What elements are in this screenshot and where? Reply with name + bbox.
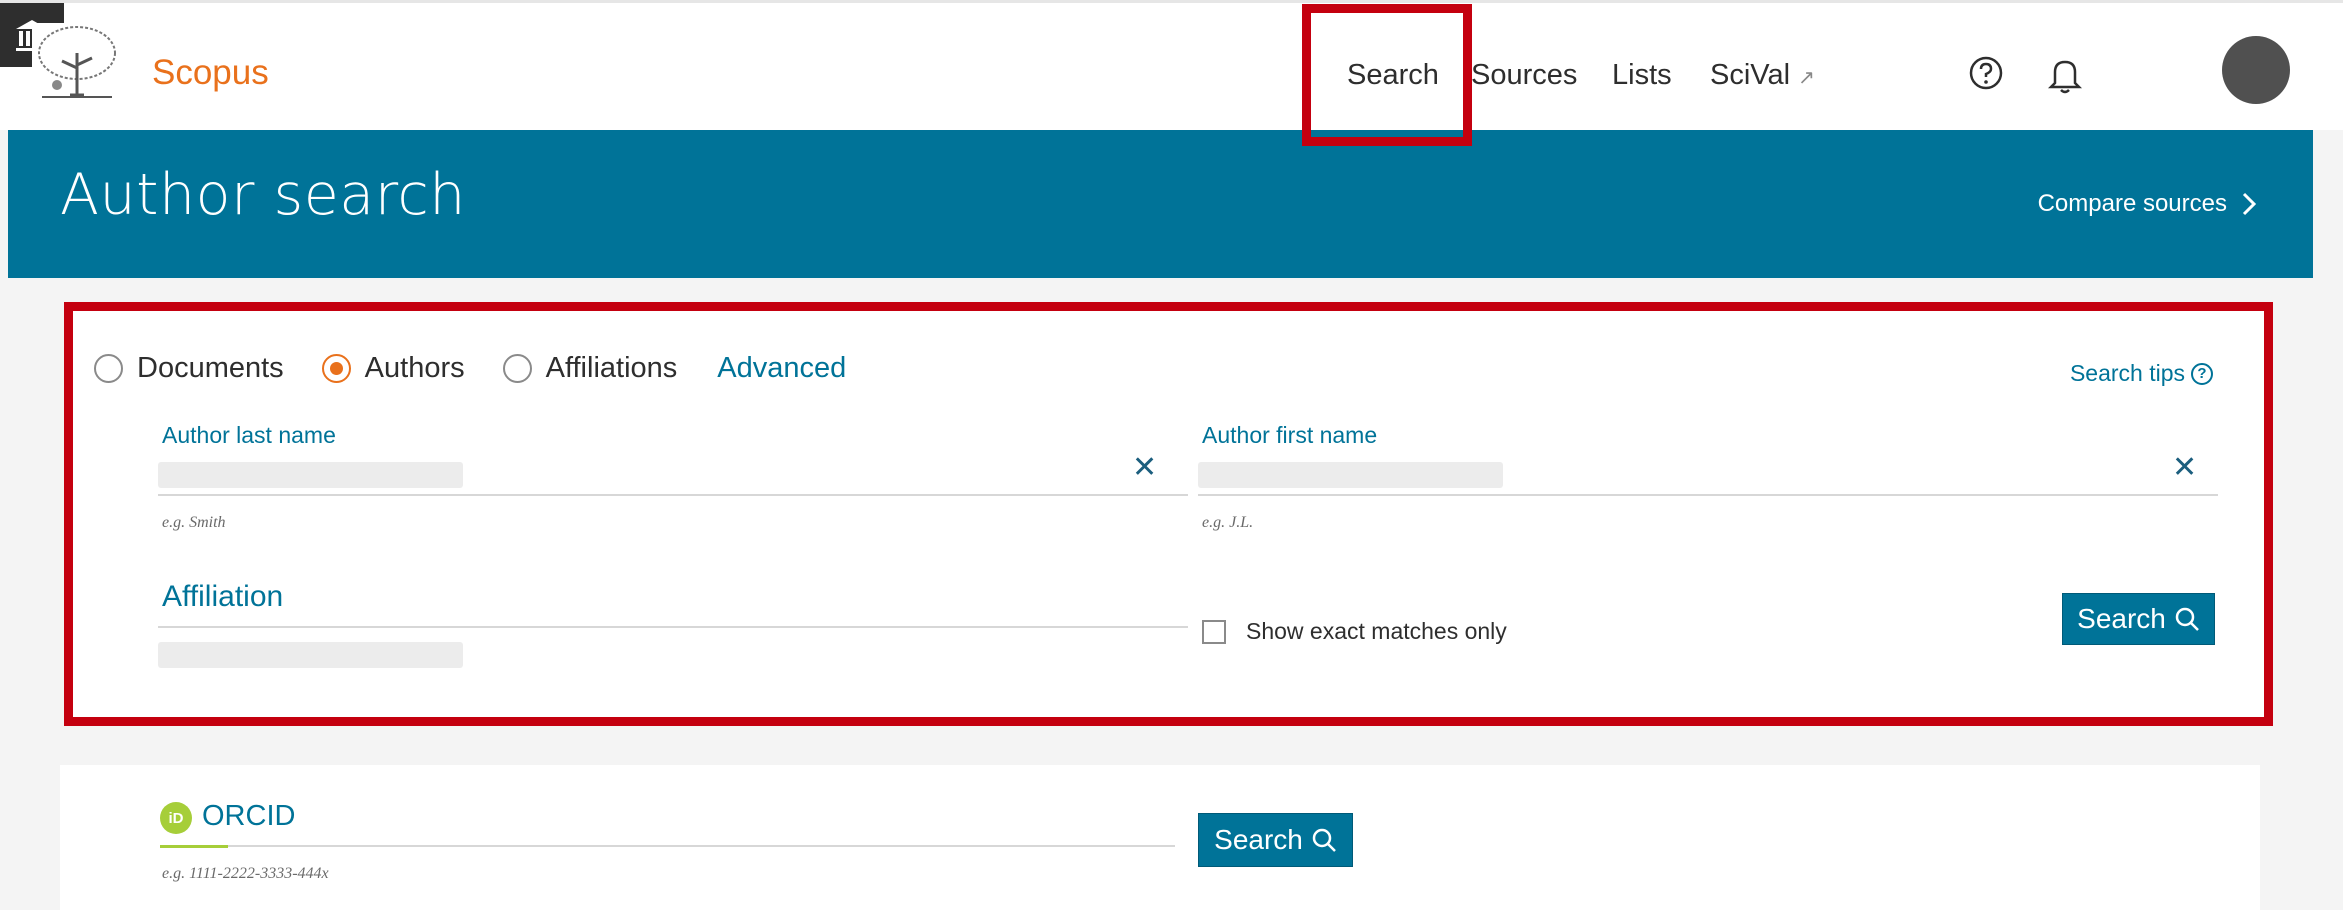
compare-sources-link[interactable]: Compare sources (2038, 190, 2257, 218)
first-name-underline (1198, 494, 2218, 496)
author-search-form: Documents Authors Affiliations Advanced … (72, 310, 2265, 718)
top-navigation-bar: Scopus Search Sources Lists SciVal ↗ (0, 0, 2343, 130)
radio-documents[interactable] (94, 354, 123, 383)
radio-affiliations[interactable] (502, 354, 532, 383)
search-tips-link[interactable]: Search tips ? (2070, 360, 2213, 387)
exact-matches-checkbox[interactable] (1202, 619, 1226, 644)
nav-lists[interactable]: Lists (1612, 59, 1672, 92)
radio-authors[interactable] (321, 354, 351, 383)
external-link-icon: ↗ (1798, 67, 1815, 89)
author-search-button-label: Search (2077, 603, 2166, 634)
orcid-search-button-label: Search (1214, 824, 1303, 855)
affiliation-label: Affiliation (162, 580, 284, 613)
orcid-hint: e.g. 1111-2222-3333-444x (162, 865, 329, 882)
affiliation-underline (158, 626, 1188, 628)
orcid-input-accent (160, 845, 228, 848)
last-name-underline (158, 494, 1188, 496)
author-search-button[interactable]: Search (2062, 593, 2215, 645)
chevron-right-icon (2242, 192, 2257, 216)
radio-affiliations-label[interactable]: Affiliations (546, 352, 678, 385)
exact-matches-row[interactable]: Show exact matches only (1202, 618, 1507, 645)
affiliation-input[interactable] (158, 642, 463, 668)
question-circle-icon: ? (2191, 362, 2213, 385)
first-name-hint: e.g. J.L. (1202, 514, 1254, 531)
radio-authors-label[interactable]: Authors (365, 352, 465, 385)
last-name-hint: e.g. Smith (162, 514, 226, 531)
first-name-label: Author first name (1202, 422, 1378, 448)
orcid-label: ORCID (202, 800, 296, 832)
nav-scival-label: SciVal (1710, 59, 1791, 91)
elsevier-logo[interactable] (32, 23, 122, 103)
search-icon (2175, 607, 2199, 631)
bell-icon[interactable] (2047, 55, 2083, 95)
page-banner: Author search Compare sources (8, 130, 2313, 278)
clear-first-name-icon[interactable]: ✕ (2172, 450, 2197, 485)
search-tips-label: Search tips (2069, 360, 2185, 386)
user-avatar[interactable] (2222, 36, 2290, 104)
last-name-input[interactable] (158, 462, 463, 488)
nav-scival[interactable]: SciVal ↗ (1710, 59, 1815, 92)
search-icon (1312, 828, 1336, 852)
advanced-search-link[interactable]: Advanced (717, 352, 846, 385)
nav-search[interactable]: Search (1347, 59, 1439, 92)
page-title: Author search (60, 162, 466, 228)
clear-last-name-icon[interactable]: ✕ (1132, 450, 1157, 485)
scopus-brand[interactable]: Scopus (152, 53, 269, 93)
search-type-radio-group: Documents Authors Affiliations Advanced (94, 352, 846, 385)
nav-sources[interactable]: Sources (1471, 59, 1577, 92)
exact-matches-label[interactable]: Show exact matches only (1246, 618, 1507, 645)
compare-sources-label: Compare sources (2037, 190, 2227, 217)
help-icon[interactable] (1968, 55, 2004, 91)
orcid-search-card: iD ORCID e.g. 1111-2222-3333-444x Search (60, 765, 2260, 910)
radio-documents-label[interactable]: Documents (137, 352, 284, 385)
first-name-input[interactable] (1198, 462, 1503, 488)
orcid-input[interactable] (160, 845, 1175, 847)
orcid-search-button[interactable]: Search (1198, 813, 1353, 867)
last-name-label: Author last name (162, 422, 336, 448)
orcid-icon: iD (160, 802, 192, 834)
